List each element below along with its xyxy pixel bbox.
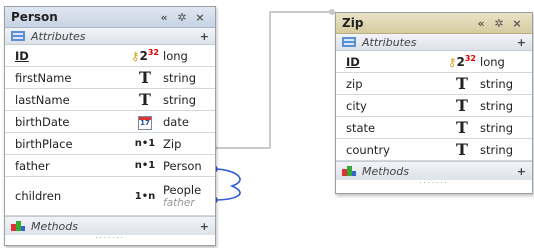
attributes-icon	[342, 37, 356, 47]
attribute-type: string	[480, 76, 514, 91]
attribute-type: People father	[163, 183, 215, 209]
zip-entity[interactable]: Zip « ✲ × Attributes + ID ⚷232 long zip …	[335, 12, 533, 194]
attribute-row[interactable]: city T string	[336, 95, 532, 117]
attribute-row-id[interactable]: ID ⚷232 long	[5, 45, 215, 67]
father-children-self-link	[213, 168, 241, 201]
attribute-row[interactable]: father n•1 Person	[5, 155, 215, 177]
attributes-icon	[11, 31, 25, 41]
collapse-icon[interactable]: «	[155, 11, 173, 24]
attribute-row[interactable]: birthDate 17 date	[5, 111, 215, 133]
text-type-icon: T	[456, 96, 468, 115]
attribute-name: country	[346, 142, 390, 157]
text-type-icon: T	[139, 68, 151, 87]
methods-label: Methods	[362, 164, 409, 178]
add-method-button[interactable]: +	[517, 165, 526, 178]
zip-header[interactable]: Zip « ✲ ×	[336, 13, 532, 34]
attribute-type: string	[480, 98, 514, 113]
methods-section[interactable]: Methods +	[5, 216, 215, 235]
add-attribute-button[interactable]: +	[200, 30, 209, 43]
settings-icon[interactable]: ✲	[173, 11, 191, 24]
person-entity[interactable]: Person « ✲ × Attributes + ID ⚷232 long f…	[4, 6, 216, 246]
add-method-button[interactable]: +	[200, 220, 209, 233]
attributes-label: Attributes	[31, 29, 86, 43]
person-header[interactable]: Person « ✲ ×	[5, 7, 215, 28]
methods-icon	[342, 166, 356, 176]
resize-grip[interactable]: ·······	[336, 180, 532, 187]
settings-icon[interactable]: ✲	[490, 17, 508, 30]
attribute-name: lastName	[15, 92, 70, 107]
attributes-section[interactable]: Attributes +	[336, 34, 532, 51]
text-type-icon: T	[456, 118, 468, 137]
attribute-type: date	[163, 114, 189, 129]
attribute-type: long	[480, 54, 505, 69]
attribute-name: ID	[15, 48, 29, 63]
attribute-type-value: People	[163, 183, 202, 197]
entity-title: Person	[11, 10, 58, 24]
attribute-row[interactable]: lastName T string	[5, 89, 215, 111]
text-type-icon: T	[456, 140, 468, 159]
methods-section[interactable]: Methods +	[336, 161, 532, 180]
methods-icon	[11, 221, 25, 231]
attribute-type: long	[163, 48, 188, 63]
text-type-icon: T	[139, 90, 151, 109]
attribute-name: birthDate	[15, 114, 70, 129]
calendar-icon: 17	[127, 114, 163, 130]
attributes-label: Attributes	[362, 35, 417, 49]
attribute-type: string	[163, 70, 197, 85]
collapse-icon[interactable]: «	[472, 17, 490, 30]
many-to-one-icon: n•1	[134, 160, 156, 171]
attributes-section[interactable]: Attributes +	[5, 28, 215, 45]
primary-key-icon: ⚷232	[131, 48, 159, 63]
attribute-name: father	[15, 158, 50, 173]
birthplace-connector	[214, 11, 332, 149]
attribute-row[interactable]: zip T string	[336, 73, 532, 95]
text-type-icon: T	[456, 74, 468, 93]
inverse-field: father	[163, 197, 195, 209]
attribute-row[interactable]: birthPlace n•1 Zip	[5, 133, 215, 155]
attribute-name: birthPlace	[15, 136, 73, 151]
attribute-name: ID	[346, 54, 360, 69]
attribute-row-id[interactable]: ID ⚷232 long	[336, 51, 532, 73]
attribute-row[interactable]: country T string	[336, 139, 532, 161]
attribute-name: firstName	[15, 70, 72, 85]
attribute-type: string	[163, 92, 197, 107]
resize-grip[interactable]: ·······	[5, 235, 215, 242]
add-attribute-button[interactable]: +	[517, 36, 526, 49]
close-icon[interactable]: ×	[508, 17, 526, 30]
close-icon[interactable]: ×	[191, 11, 209, 24]
attribute-row[interactable]: state T string	[336, 117, 532, 139]
attribute-name: zip	[346, 76, 363, 91]
attribute-name: city	[346, 98, 367, 113]
attribute-type: Person	[163, 158, 202, 173]
attribute-name: state	[346, 120, 376, 135]
attribute-row[interactable]: children 1•n People father	[5, 177, 215, 216]
primary-key-icon: ⚷232	[448, 54, 476, 69]
attribute-name: children	[15, 189, 62, 203]
methods-label: Methods	[31, 219, 78, 233]
attribute-type: string	[480, 120, 514, 135]
many-to-one-icon: n•1	[134, 138, 156, 149]
attribute-row[interactable]: firstName T string	[5, 67, 215, 89]
attribute-type: string	[480, 142, 514, 157]
entity-title: Zip	[342, 16, 364, 30]
one-to-many-icon: 1•n	[134, 190, 156, 202]
attribute-type: Zip	[163, 136, 182, 151]
